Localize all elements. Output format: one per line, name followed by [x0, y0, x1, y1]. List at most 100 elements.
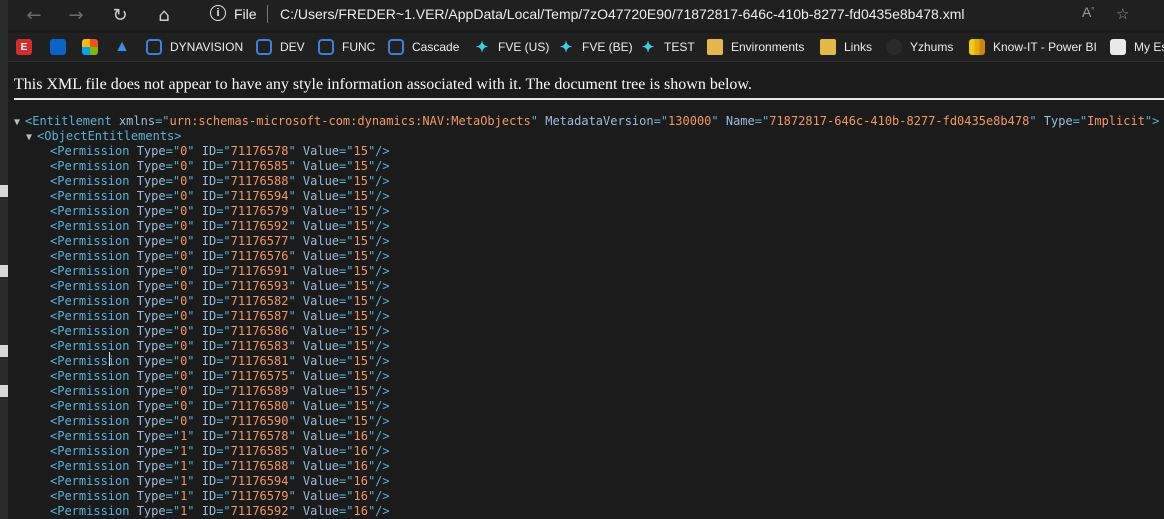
- info-icon[interactable]: i: [210, 5, 226, 21]
- permission-value: 15: [353, 294, 368, 308]
- home-icon[interactable]: ⌂: [150, 3, 178, 27]
- dynamics-icon: [318, 39, 334, 55]
- favorite-item-yzhums[interactable]: Yzhums: [886, 37, 953, 57]
- attr-name: Name: [725, 114, 755, 128]
- permission-value: 15: [353, 159, 368, 173]
- permission-type: 0: [180, 339, 188, 353]
- permission-type: 0: [180, 189, 188, 203]
- permission-value: 16: [353, 504, 368, 518]
- xml-permission-line: <Permission Type="0" ID="71176586" Value…: [50, 324, 390, 338]
- address-url[interactable]: C:/Users/FREDER~1.VER/AppData/Local/Temp…: [280, 6, 964, 22]
- favorite-item-cascade[interactable]: Cascade: [388, 37, 459, 57]
- favorite-item-func[interactable]: FUNC: [318, 37, 375, 57]
- permission-type: 1: [180, 489, 188, 503]
- xml-permission-line: <Permission Type="0" ID="71176593" Value…: [50, 279, 390, 293]
- favorite-item-e[interactable]: E: [16, 37, 40, 57]
- favorite-item-grid[interactable]: [82, 37, 106, 57]
- xml-permission-line: <Permission Type="0" ID="71176582" Value…: [50, 294, 390, 308]
- favorite-item-azure[interactable]: ▲: [114, 37, 138, 57]
- xml-permission-line: <Permission Type="0" ID="71176576" Value…: [50, 249, 390, 263]
- xml-permission-line: <Permission Type="1" ID="71176579" Value…: [50, 489, 390, 503]
- favorite-item-know-it[interactable]: Know-IT - Power BI: [969, 37, 1097, 57]
- header-divider: [14, 98, 1164, 100]
- favorite-label: Links: [844, 40, 873, 54]
- permission-id: 71176591: [230, 264, 289, 278]
- address-divider: [267, 5, 268, 23]
- permission-value: 15: [353, 414, 368, 428]
- favorite-item-my-es[interactable]: My Es: [1110, 37, 1164, 57]
- permission-value: 15: [353, 324, 368, 338]
- fve-icon: ✦: [641, 39, 655, 56]
- permission-value: 15: [353, 354, 368, 368]
- forward-arrow-icon[interactable]: →: [62, 3, 90, 27]
- permission-value: 16: [353, 474, 368, 488]
- permission-value: 15: [353, 234, 368, 248]
- permission-value: 15: [353, 204, 368, 218]
- back-arrow-icon[interactable]: ←: [20, 3, 48, 27]
- dynamics-icon: [256, 39, 272, 55]
- favorite-folder-environments[interactable]: Environments: [707, 37, 804, 57]
- favorite-label: FVE (US): [498, 40, 550, 54]
- permission-type: 0: [180, 279, 188, 293]
- attr-name: Type: [1043, 114, 1073, 128]
- permission-id: 71176585: [230, 444, 289, 458]
- permission-id: 71176580: [230, 399, 289, 413]
- favorite-folder-links[interactable]: Links: [820, 37, 872, 57]
- xml-permission-line: <Permission Type="0" ID="71176589" Value…: [50, 384, 390, 398]
- favorite-item-dev[interactable]: DEV: [256, 37, 305, 57]
- favorite-label: DYNAVISION: [170, 40, 244, 54]
- xml-permission-line: <Permission Type="1" ID="71176594" Value…: [50, 474, 390, 488]
- favorite-label: Yzhums: [910, 40, 954, 54]
- style-info-message: This XML file does not appear to have an…: [14, 76, 752, 93]
- permission-id: 71176578: [230, 144, 289, 158]
- microsoft-logo-icon: [82, 39, 98, 55]
- xml-permission-line: <Permission Type="0" ID="71176594" Value…: [50, 189, 390, 203]
- permission-type: 0: [180, 159, 188, 173]
- permission-value: 15: [353, 369, 368, 383]
- collapse-toggle-icon[interactable]: ▼: [14, 115, 25, 130]
- permission-id: 71176585: [230, 159, 289, 173]
- favorite-item-dynavision[interactable]: DYNAVISION: [146, 37, 243, 57]
- xml-permission-line: <Permission Type="0" ID="71176592" Value…: [50, 219, 390, 233]
- root-tag: Entitlement: [32, 114, 112, 128]
- xml-root-line: ▼ <Entitlement xmlns="urn:schemas-microso…: [14, 114, 1160, 130]
- dynamics-icon: [388, 39, 404, 55]
- permission-id: 71176588: [230, 174, 289, 188]
- permission-value: 16: [353, 429, 368, 443]
- permission-value: 15: [353, 264, 368, 278]
- xml-permission-line: <Permission Type="0" ID="71176588" Value…: [50, 174, 390, 188]
- permission-type: 0: [180, 324, 188, 338]
- favorite-item-fve-us[interactable]: ✦ FVE (US): [474, 37, 550, 57]
- favorite-item-ms[interactable]: [50, 37, 74, 57]
- fve-icon: ✦: [475, 39, 489, 56]
- refresh-icon[interactable]: ↻: [106, 3, 134, 27]
- permission-id: 71176583: [230, 339, 289, 353]
- permission-type: 1: [180, 444, 188, 458]
- permission-id: 71176590: [230, 414, 289, 428]
- attr-value: 130000: [668, 114, 712, 128]
- permission-type: 0: [180, 204, 188, 218]
- xml-permission-line: <Permission Type="0" ID="71176591" Value…: [50, 264, 390, 278]
- add-favorite-icon[interactable]: ☆: [1116, 4, 1129, 24]
- permission-type: 0: [180, 414, 188, 428]
- read-aloud-icon[interactable]: Aⁿ: [1082, 4, 1094, 20]
- permission-type: 0: [180, 369, 188, 383]
- permission-value: 15: [353, 144, 368, 158]
- microsoft-app-icon: [50, 39, 66, 55]
- collapse-toggle-icon[interactable]: ▼: [26, 130, 37, 145]
- favorite-item-fve-be[interactable]: ✦ FVE (BE): [558, 37, 633, 57]
- permission-type: 0: [180, 294, 188, 308]
- xml-object-entitlements-line: ▼ <ObjectEntitlements>: [26, 129, 182, 145]
- text-cursor: [109, 352, 110, 366]
- folder-icon: [707, 39, 723, 55]
- permission-value: 16: [353, 489, 368, 503]
- xml-permission-line: <Permission Type="0" ID="71176577" Value…: [50, 234, 390, 248]
- favorite-label: FUNC: [342, 40, 376, 54]
- permission-type: 0: [180, 399, 188, 413]
- permission-value: 15: [353, 249, 368, 263]
- favorite-item-test[interactable]: ✦ TEST: [640, 37, 695, 57]
- attr-name: MetadataVersion: [545, 114, 654, 128]
- address-bar[interactable]: i File C:/Users/FREDER~1.VER/AppData/Loc…: [204, 3, 1150, 27]
- browser-toolbar: ← → ↻ ⌂ i File C:/Users/FREDER~1.VER/App…: [8, 0, 1164, 30]
- xml-permission-line: <Permission Type="0" ID="71176578" Value…: [50, 144, 390, 158]
